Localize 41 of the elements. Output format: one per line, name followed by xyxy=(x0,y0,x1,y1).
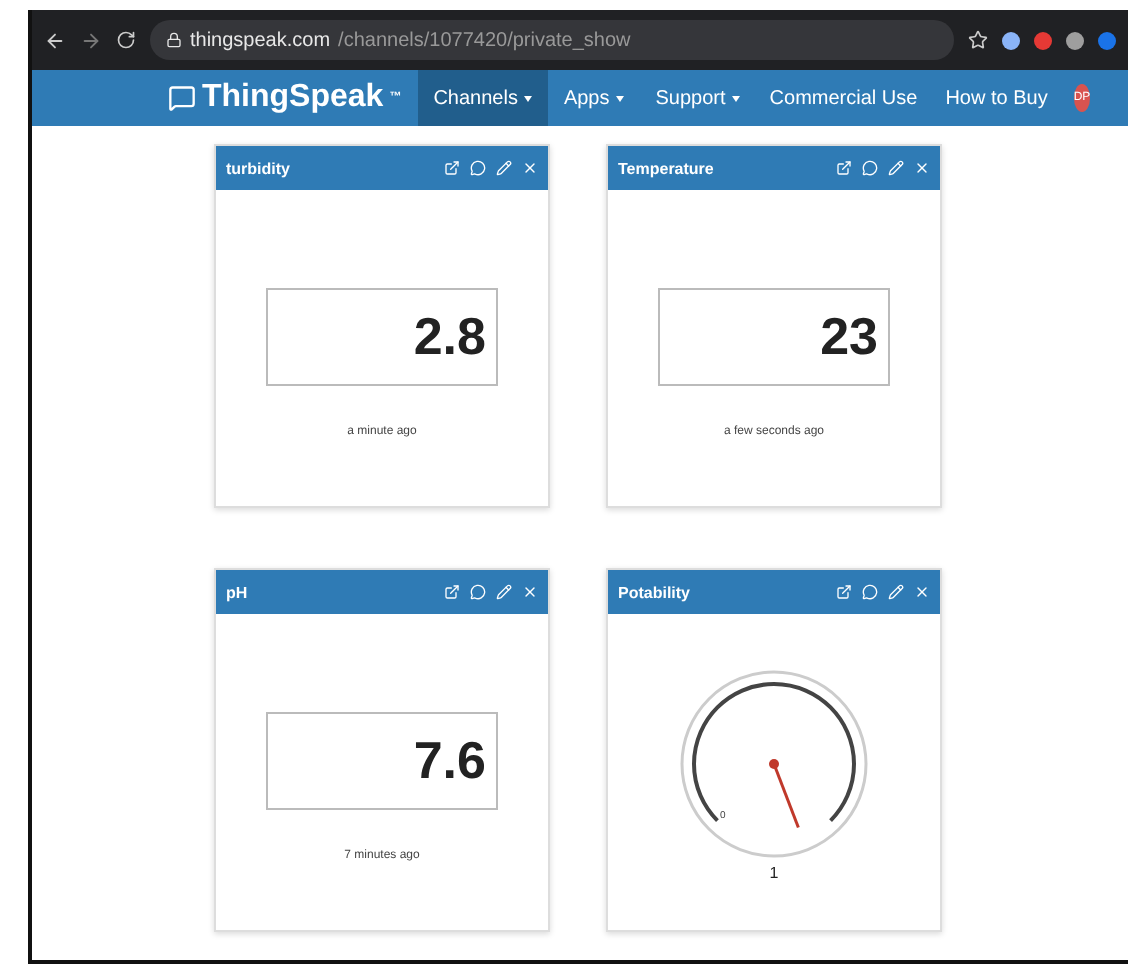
bookmark-star-icon[interactable] xyxy=(968,30,988,50)
back-icon[interactable] xyxy=(44,29,66,51)
numeric-display: 2.8 xyxy=(266,287,498,385)
open-window-icon[interactable] xyxy=(444,584,460,600)
close-icon[interactable] xyxy=(914,160,930,176)
nav-link[interactable]: Commercial Use xyxy=(755,70,932,126)
nav-menu[interactable]: Support xyxy=(639,70,756,126)
caret-icon xyxy=(523,95,532,101)
open-window-icon[interactable] xyxy=(836,584,852,600)
nav-menu[interactable]: Channels xyxy=(417,70,548,126)
numeric-display: 7.6 xyxy=(266,711,498,809)
widget-title: Temperature xyxy=(618,159,716,177)
close-icon[interactable] xyxy=(522,160,538,176)
widget-title: pH xyxy=(226,583,250,601)
comment-icon[interactable] xyxy=(470,584,486,600)
close-icon[interactable] xyxy=(522,584,538,600)
widget-title: turbidity xyxy=(226,159,292,177)
edit-icon[interactable] xyxy=(496,160,512,176)
reload-icon[interactable] xyxy=(116,30,136,50)
nav-menu[interactable]: Apps xyxy=(547,70,640,126)
gauge-needle xyxy=(769,758,800,827)
caret-icon xyxy=(615,95,624,101)
caret-icon xyxy=(731,95,740,101)
comment-icon[interactable] xyxy=(862,584,878,600)
brand-logo[interactable]: ThingSpeak $^{™}$ xyxy=(168,70,402,126)
open-window-icon[interactable] xyxy=(836,160,852,176)
numeric-display: 23 xyxy=(658,287,890,385)
lock-icon xyxy=(166,32,182,48)
gauge-value: 1 xyxy=(769,863,779,881)
edit-icon[interactable] xyxy=(888,584,904,600)
profile-icon[interactable] xyxy=(1098,31,1116,49)
edit-icon[interactable] xyxy=(496,584,512,600)
open-window-icon[interactable] xyxy=(444,160,460,176)
close-icon[interactable] xyxy=(914,584,930,600)
address-bar[interactable]: thingspeak.com /channels/1077420/private_show xyxy=(150,20,954,60)
nav-link[interactable]: How to Buy xyxy=(931,70,1062,126)
comment-icon[interactable] xyxy=(862,160,878,176)
widget-title: Potability xyxy=(618,583,693,601)
edit-icon[interactable] xyxy=(888,160,904,176)
forward-icon[interactable] xyxy=(80,29,102,51)
comment-icon[interactable] xyxy=(470,160,486,176)
